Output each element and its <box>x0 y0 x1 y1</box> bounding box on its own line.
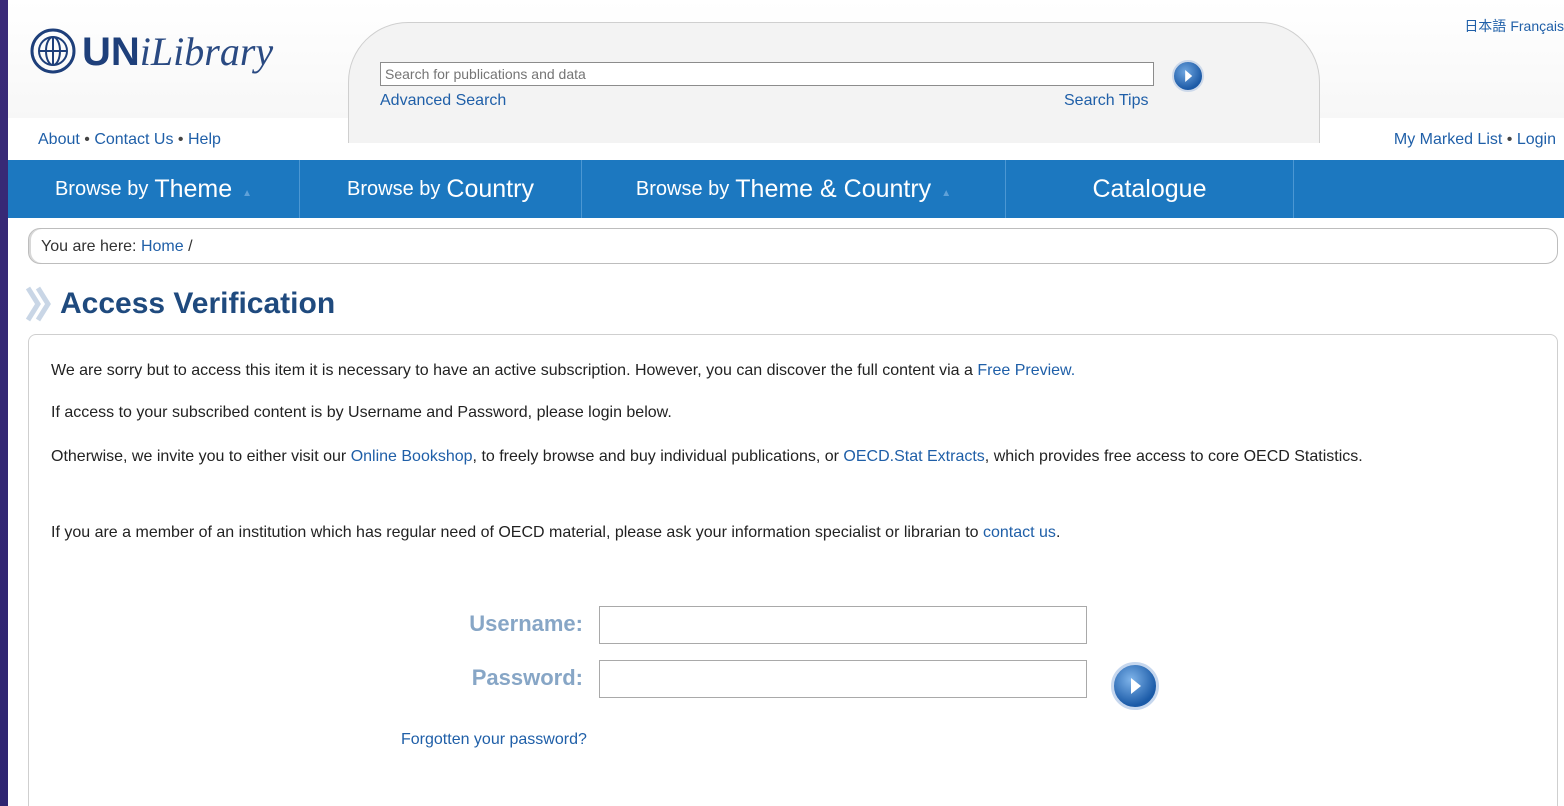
username-label: Username: <box>469 611 583 636</box>
paragraph-text: Otherwise, we invite you to either visit… <box>51 448 351 465</box>
username-field[interactable] <box>599 606 1087 644</box>
oecd-stat-extracts-link[interactable]: OECD.Stat Extracts <box>843 448 984 465</box>
top-links-right: My Marked List • Login <box>1394 131 1556 149</box>
separator: • <box>177 131 184 148</box>
nav-catalogue[interactable]: Catalogue <box>1006 160 1294 218</box>
paragraph-institution: If you are a member of an institution wh… <box>51 521 1531 545</box>
double-chevron-icon <box>26 286 51 322</box>
breadcrumb-prefix: You are here: <box>41 238 137 255</box>
paragraph-text: If you are a member of an institution wh… <box>51 524 983 541</box>
dropdown-caret-icon: ▲ <box>242 187 253 199</box>
language-japanese[interactable]: 日本語 <box>1464 18 1506 34</box>
search-tips-link[interactable]: Search Tips <box>1064 92 1148 110</box>
breadcrumb-home-link[interactable]: Home <box>141 238 184 255</box>
paragraph-text: , to freely browse and buy individual pu… <box>472 448 844 465</box>
separator: • <box>84 131 90 148</box>
contact-us-link[interactable]: Contact Us <box>94 131 173 148</box>
login-link[interactable]: Login <box>1517 131 1556 148</box>
nav-browse-theme[interactable]: Browse by Theme ▲ <box>8 160 300 218</box>
password-field[interactable] <box>599 660 1087 698</box>
marked-list-link[interactable]: My Marked List <box>1394 131 1502 148</box>
contact-us-content-link[interactable]: contact us <box>983 524 1056 541</box>
login-submit-button[interactable] <box>1111 662 1159 710</box>
top-links-left: About • Contact Us • Help <box>38 131 221 149</box>
search-input[interactable] <box>380 62 1154 86</box>
nav-prefix: Browse by <box>54 177 149 200</box>
paragraph-text: . <box>1055 524 1061 541</box>
nav-browse-country[interactable]: Browse by Country <box>300 160 582 218</box>
nav-browse-theme-country[interactable]: Browse by Theme & Country ▲ <box>582 160 1006 218</box>
free-preview-link[interactable]: Free Preview. <box>977 362 1075 379</box>
main-nav: Browse by Theme ▲ Browse by Country Brow… <box>8 160 1564 218</box>
dropdown-caret-icon: ▲ <box>941 187 952 199</box>
nav-main-label: Theme & Country <box>735 174 932 203</box>
content-box: We are sorry but to access this item it … <box>28 334 1558 806</box>
breadcrumb-separator: / <box>188 238 193 255</box>
page: UNiLibrary 日本語Français Advanced Search S… <box>8 0 1564 806</box>
advanced-search-link[interactable]: Advanced Search <box>380 92 506 110</box>
paragraph-text: We are sorry but to access this item it … <box>51 362 978 379</box>
forgot-password-link[interactable]: Forgotten your password? <box>401 731 587 749</box>
arrow-right-icon <box>1131 678 1141 694</box>
paragraph-alternatives: Otherwise, we invite you to either visit… <box>51 445 1531 469</box>
language-switcher: 日本語 Français <box>1460 16 1564 36</box>
nav-main-label: Catalogue <box>1092 174 1207 203</box>
nav-main-label: Country <box>446 174 534 203</box>
logo-text: UNiLibrary <box>82 28 274 74</box>
header: UNiLibrary 日本語Français Advanced Search S… <box>8 0 1564 160</box>
nav-prefix: Browse by <box>635 177 730 200</box>
search-button[interactable] <box>1172 60 1204 92</box>
page-title: Access Verification <box>60 287 336 320</box>
arrow-right-icon <box>1185 70 1193 82</box>
title-wrap: Access Verification <box>26 284 335 324</box>
breadcrumb: You are here: Home / <box>28 228 1558 264</box>
online-bookshop-link[interactable]: Online Bookshop <box>351 448 473 465</box>
separator: • <box>1506 131 1513 148</box>
language-french[interactable]: Français <box>1510 18 1564 34</box>
paragraph-subscription: We are sorry but to access this item it … <box>51 359 1531 383</box>
un-emblem-icon <box>30 28 76 74</box>
about-link[interactable]: About <box>38 131 80 148</box>
password-label: Password: <box>471 665 583 690</box>
nav-main-label: Theme <box>154 174 233 203</box>
paragraph-login-info: If access to your subscribed content is … <box>51 401 1531 425</box>
nav-prefix: Browse by <box>347 177 441 200</box>
logo[interactable]: UNiLibrary <box>30 28 273 74</box>
help-link[interactable]: Help <box>188 131 221 148</box>
paragraph-text: If access to your subscribed content is … <box>51 404 672 421</box>
paragraph-text: , which provides free access to core OEC… <box>984 448 1363 465</box>
